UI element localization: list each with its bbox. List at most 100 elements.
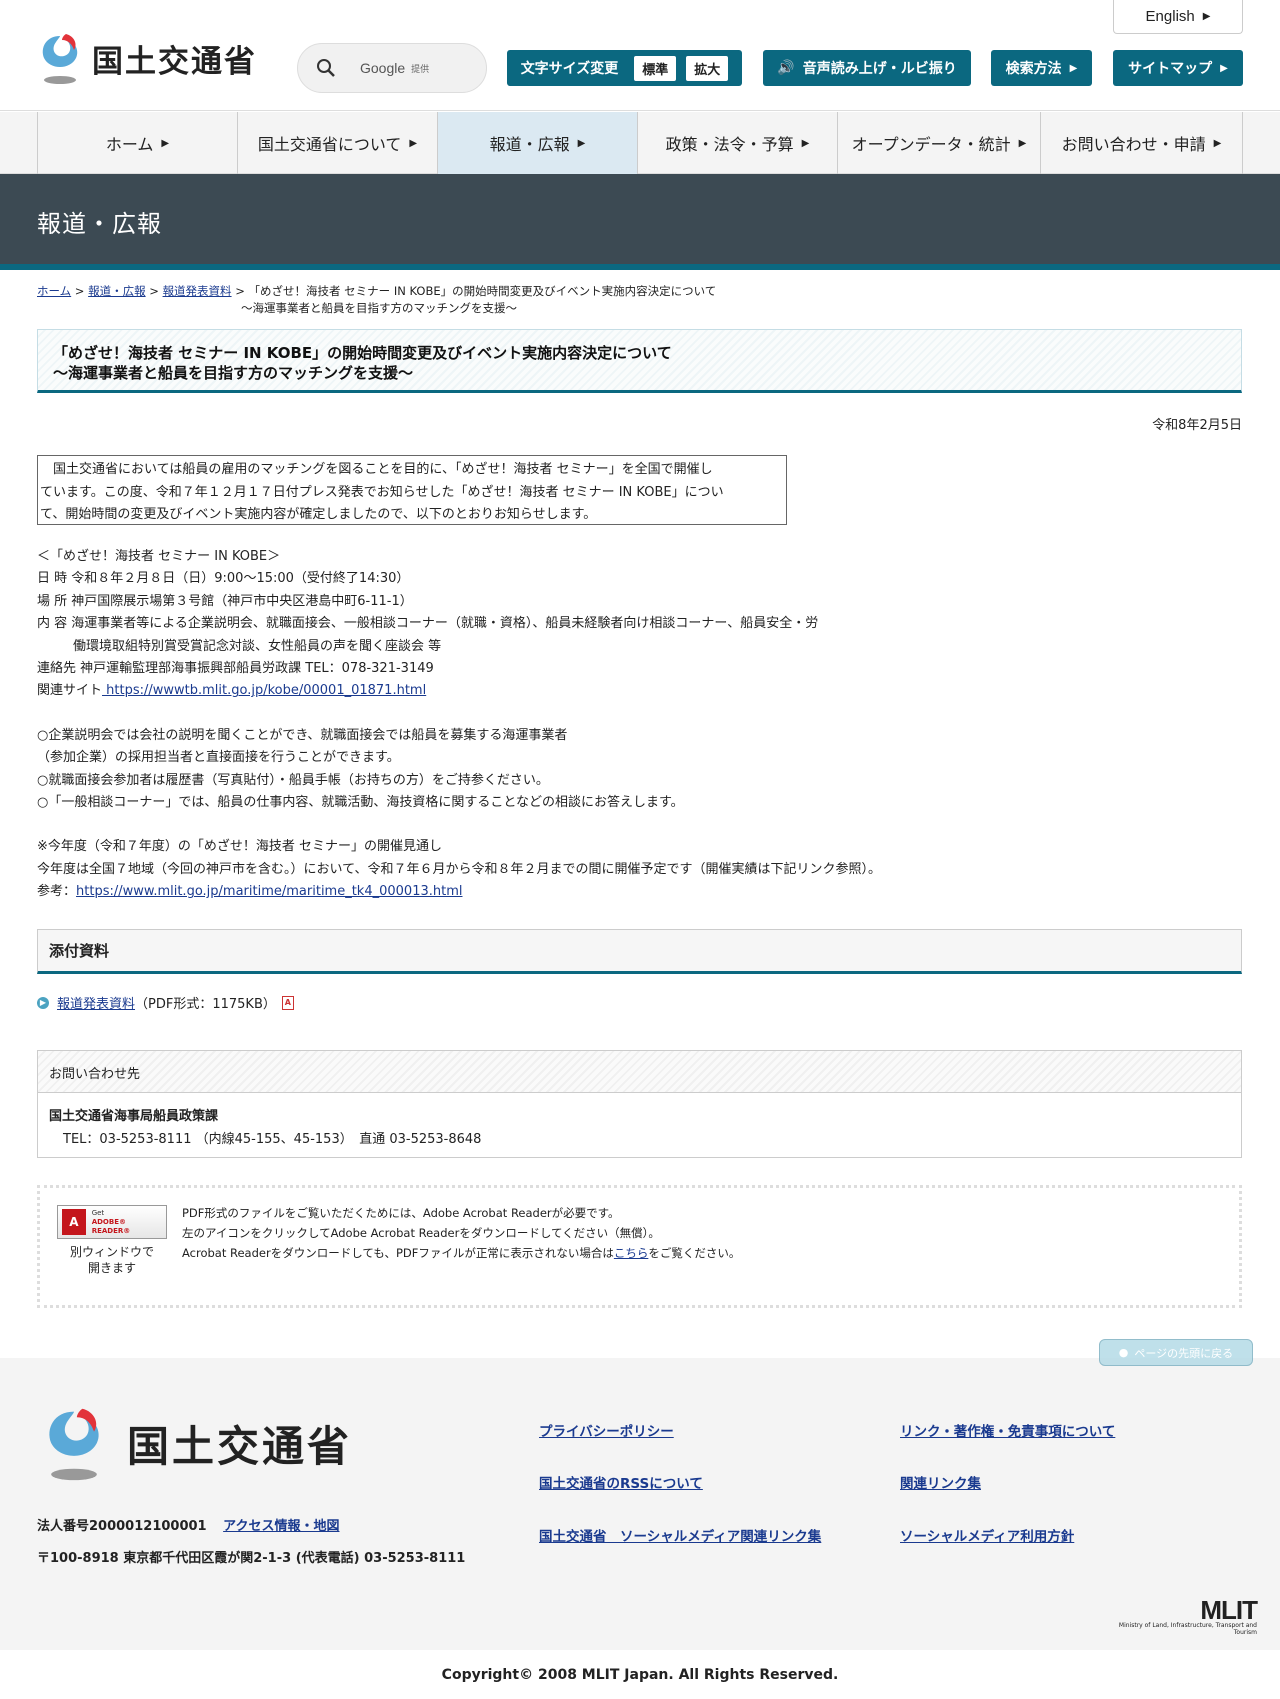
ref-label: 参考：	[37, 884, 77, 900]
note-item: ○就職面接会参加者は履歴書（写真貼付）・船員手帳（お持ちの方）をご持参ください。	[37, 772, 549, 788]
font-size-label: 文字サイズ変更	[520, 61, 619, 77]
breadcrumb: ホーム > 報道・広報 > 報道発表資料 > 「めざせ！海技者 セミナー IN …	[37, 283, 1037, 317]
lead-line: て、開始時間の変更及びイベント実施内容が確定しましたので、以下のとおりお知らせし…	[40, 507, 597, 522]
event-place: 場 所 神戸国際展示場第３号館（神戸市中央区港島中町6-11-1）	[37, 593, 413, 609]
breadcrumb-current-subtitle: ～海運事業者と船員を目指す方のマッチングを支援～	[241, 301, 517, 315]
corp-number: 法人番号2000012100001 アクセス情報・地図	[37, 1515, 339, 1534]
event-heading: ＜「めざせ！海技者 セミナー IN KOBE＞	[37, 549, 281, 564]
footer-link-rss[interactable]: 国土交通省のRSSについて	[539, 1472, 703, 1492]
arrow-right-icon: ▶	[1220, 62, 1228, 74]
arrow-right-icon: ▶	[1069, 62, 1078, 74]
adobe-text: PDF形式のファイルをご覧いただくためには、Adobe Acrobat Read…	[182, 1203, 740, 1263]
gnav-label: お問い合わせ・申請	[1061, 135, 1206, 154]
search-input[interactable]: Google 提供	[297, 43, 487, 93]
adobe-text-line: Acrobat Readerをダウンロードしても、PDFファイルが正常に表示され…	[182, 1243, 740, 1263]
search-placeholder: Google	[360, 60, 406, 76]
contact-box: お問い合わせ先 国土交通省海事局船員政策課 TEL：03-5253-8111 （…	[37, 1050, 1242, 1158]
note-item: （参加企業）の採用担当者と直接面接を行うことができます。	[37, 750, 400, 766]
english-label: English	[1145, 8, 1195, 25]
attachment-link[interactable]: 報道発表資料	[57, 993, 135, 1012]
attachment-info: （PDF形式：1175KB）	[135, 997, 276, 1012]
adobe-text-line: PDF形式のファイルをご覧いただくためには、Adobe Acrobat Read…	[182, 1206, 620, 1220]
footer-link-privacy[interactable]: プライバシーポリシー	[539, 1420, 674, 1440]
arrow-right-icon: ▶	[577, 137, 586, 149]
title-line-2: ～海運事業者と船員を目指す方のマッチングを支援～	[53, 364, 414, 382]
outlook-text: 今年度は全国７地域（今回の神戸市を含む。）において、令和７年６月から令和８年２月…	[37, 861, 881, 877]
publish-date: 令和8年2月5日	[1152, 418, 1242, 433]
section-title: 報道・広報	[37, 210, 162, 238]
adobe-text-part: Acrobat Readerをダウンロードしても、PDFファイルが正常に表示され…	[182, 1246, 614, 1260]
badge-name: ADOBE® READER®	[91, 1217, 131, 1235]
footer-logo[interactable]: 国土交通省	[37, 1403, 352, 1483]
search-method-button[interactable]: 検索方法 ▶	[991, 50, 1092, 86]
attachment-heading: 添付資料	[37, 929, 1242, 974]
adobe-text-line: 左のアイコンをクリックしてAdobe Acrobat Readerをダウンロード…	[182, 1226, 660, 1240]
note-item: ○企業説明会では会社の説明を聞くことができ、就職面接会では船員を募集する海運事業…	[37, 727, 568, 743]
arrow-right-icon: ▶	[801, 137, 810, 149]
reference-link[interactable]: https://www.mlit.go.jp/maritime/maritime…	[76, 884, 462, 899]
adobe-help-link[interactable]: こちら	[614, 1246, 649, 1260]
adobe-text-part: をご覧ください。	[648, 1246, 741, 1260]
search-icon	[317, 59, 335, 77]
adobe-icon: A	[62, 1209, 86, 1235]
related-label: 関連サイト	[37, 683, 103, 699]
mlit-wordmark-sub: Ministry of Land, Infrastructure, Transp…	[1118, 1622, 1257, 1636]
related-site-link[interactable]: https://wwwtb.mlit.go.jp/kobe/00001_0187…	[102, 683, 426, 698]
gnav-label: 政策・法令・予算	[665, 135, 794, 154]
gnav-item-about[interactable]: 国土交通省について ▶	[237, 112, 437, 174]
sitemap-button[interactable]: サイトマップ ▶	[1113, 50, 1243, 86]
adobe-caption-line: 開きます	[87, 1261, 136, 1275]
search-method-label: 検索方法	[1005, 61, 1062, 77]
outlook-title: ※今年度（令和７年度）の「めざせ！海技者 セミナー」の開催見通し	[37, 839, 443, 855]
access-link[interactable]: アクセス情報・地図	[223, 1519, 339, 1534]
event-datetime: 日 時 令和８年２月８日（日）9:00～15:00（受付終了14:30）	[37, 571, 410, 587]
corp-number-label: 法人番号2000012100001	[37, 1519, 207, 1534]
breadcrumb-press[interactable]: 報道・広報	[88, 284, 146, 298]
gnav-item-press[interactable]: 報道・広報 ▶	[437, 112, 637, 174]
contact-dept: 国土交通省海事局船員政策課	[49, 1109, 219, 1124]
font-size-large-button[interactable]: 拡大	[686, 55, 729, 81]
mlit-wordmark: MLIT Ministry of Land, Infrastructure, T…	[1101, 1595, 1258, 1636]
gnav-label: 国土交通省について	[257, 135, 402, 154]
header: 国土交通省 English ▶ Google 提供 文字サイズ変更 標準 拡大 …	[0, 0, 1280, 111]
footer-link-copyright[interactable]: リンク・著作権・免責事項について	[900, 1420, 1115, 1440]
footer: 国土交通省 法人番号2000012100001 アクセス情報・地図 〒100-8…	[0, 1358, 1280, 1650]
gnav-item-policy[interactable]: 政策・法令・予算 ▶	[637, 112, 837, 174]
gnav-item-opendata[interactable]: オープンデータ・統計 ▶	[837, 112, 1040, 174]
arrow-right-icon: ▶	[1213, 137, 1222, 149]
breadcrumb-current: 「めざせ！海技者 セミナー IN KOBE」の開始時間変更及びイベント実施内容決…	[248, 284, 717, 298]
breadcrumb-home[interactable]: ホーム	[37, 284, 71, 298]
gnav-label: ホーム	[105, 135, 154, 154]
footer-link-related[interactable]: 関連リンク集	[900, 1472, 981, 1492]
font-size-standard-button[interactable]: 標準	[634, 55, 677, 81]
outlook-ref: 参考：https://www.mlit.go.jp/maritime/marit…	[37, 881, 1237, 903]
footer-address: 〒100-8918 東京都千代田区霞が関2-1-3 (代表電話) 03-5253…	[37, 1551, 466, 1566]
gnav-label: オープンデータ・統計	[851, 135, 1011, 154]
sitemap-label: サイトマップ	[1128, 61, 1213, 77]
adobe-caption-line: 別ウィンドウで	[69, 1245, 154, 1259]
arrow-right-icon: ▶	[1202, 11, 1211, 22]
footer-link-social-policy[interactable]: ソーシャルメディア利用方針	[900, 1525, 1074, 1545]
article-body: ＜「めざせ！海技者 セミナー IN KOBE＞ 日 時 令和８年２月８日（日）9…	[37, 546, 1237, 904]
get-adobe-reader-button[interactable]: A Get ADOBE® READER®	[57, 1205, 167, 1239]
mlit-logo-icon	[37, 1403, 111, 1483]
page-top-button[interactable]: ● ページの先頭に戻る	[1099, 1339, 1253, 1366]
mlit-logo-icon	[36, 30, 84, 86]
badge-get: Get	[91, 1208, 105, 1217]
adobe-badge-text: Get ADOBE® READER®	[92, 1209, 166, 1236]
site-logo[interactable]: 国土交通省	[36, 30, 257, 86]
footer-link-social[interactable]: 国土交通省 ソーシャルメディア関連リンク集	[539, 1525, 821, 1545]
page-top-label: ページの先頭に戻る	[1134, 1346, 1234, 1360]
english-button[interactable]: English ▶	[1113, 0, 1243, 34]
adobe-reader-box: A Get ADOBE® READER® 別ウィンドウで 開きます PDF形式の…	[37, 1185, 1242, 1308]
breadcrumb-release[interactable]: 報道発表資料	[163, 284, 232, 298]
search-provider: 提供	[411, 64, 430, 75]
arrow-right-icon: ▶	[409, 137, 418, 149]
event-contact: 連絡先 神戸運輸監理部海事振興部船員労政課 TEL：078-321-3149	[37, 661, 434, 677]
pdf-icon: A	[281, 995, 294, 1010]
gnav-item-home[interactable]: ホーム ▶	[37, 112, 237, 174]
lead-line: ています。この度、令和７年１２月１７日付プレス発表でお知らせした「めざせ！海技者…	[40, 484, 724, 500]
gnav-item-contact[interactable]: お問い合わせ・申請 ▶	[1040, 112, 1243, 174]
mlit-wordmark-text: MLIT	[1200, 1595, 1258, 1625]
read-aloud-button[interactable]: 🔊 音声読み上げ・ルビ振り	[763, 50, 971, 86]
